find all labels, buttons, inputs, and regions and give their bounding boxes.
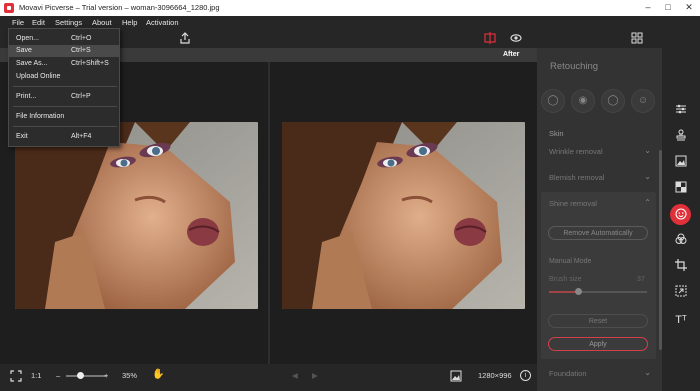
menu-item-print[interactable]: Print... Ctrl+P: [9, 91, 119, 103]
zoom-in-icon[interactable]: +: [104, 371, 108, 380]
text-icon[interactable]: Tᵀ: [672, 311, 690, 329]
close-icon[interactable]: ✕: [679, 0, 699, 16]
next-image-icon[interactable]: ▶: [312, 371, 318, 380]
grid-icon[interactable]: [630, 32, 644, 46]
compare-divider[interactable]: [268, 62, 270, 364]
face-icon[interactable]: ◯: [541, 89, 565, 113]
file-menu-dropdown: Open... Ctrl+O Save Ctrl+S Save As... Ct…: [8, 28, 120, 147]
zoom-slider-handle[interactable]: [76, 372, 84, 379]
hand-tool-icon[interactable]: ✋: [152, 369, 164, 381]
blemish-removal-label: Blemish removal: [549, 173, 605, 182]
lips-icon[interactable]: ◯: [601, 89, 625, 113]
chevron-down-icon: ⌄: [644, 146, 651, 155]
brush-size-slider-handle[interactable]: [574, 288, 582, 295]
title-bar: Movavi Picverse – Trial version – woman-…: [0, 0, 700, 16]
zoom-out-icon[interactable]: –: [56, 371, 60, 380]
menu-item-file-information[interactable]: File Information: [9, 111, 119, 123]
menu-help[interactable]: Help: [122, 18, 137, 27]
apply-button[interactable]: Apply: [548, 337, 648, 351]
menu-item-exit[interactable]: Exit Alt+F4: [9, 131, 119, 143]
maximize-icon[interactable]: □: [658, 0, 678, 16]
app-logo-icon: [4, 3, 14, 13]
menu-activation[interactable]: Activation: [146, 18, 179, 27]
foundation-label: Foundation: [549, 369, 587, 378]
before-photo: [15, 122, 258, 309]
remove-automatically-button[interactable]: Remove Automatically: [548, 226, 648, 240]
menu-item-save-as[interactable]: Save As... Ctrl+Shift+S: [9, 58, 119, 70]
shine-removal-label: Shine removal: [549, 199, 597, 208]
wrinkle-removal-row[interactable]: Wrinkle removal ⌄: [549, 146, 653, 156]
zoom-slider-track[interactable]: [66, 375, 106, 377]
image-dimensions: 1280×996: [478, 371, 512, 380]
head-icon[interactable]: ☺: [631, 89, 655, 113]
menu-item-open[interactable]: Open... Ctrl+O: [9, 33, 119, 45]
image-icon[interactable]: [672, 155, 690, 173]
eye-icon[interactable]: [509, 32, 523, 46]
brush-size-slider-fill: [549, 291, 579, 293]
chevron-down-icon: ⌄: [644, 368, 651, 377]
prev-image-icon[interactable]: ◀: [292, 371, 298, 380]
zoom-level: 35%: [122, 371, 138, 380]
crop-icon[interactable]: [672, 259, 690, 277]
image-info-icon[interactable]: [450, 370, 462, 382]
foundation-row[interactable]: Foundation ⌄: [549, 368, 653, 378]
compare-split-icon[interactable]: [483, 32, 497, 46]
info-icon[interactable]: i: [520, 370, 531, 381]
color-circles-icon[interactable]: [672, 233, 690, 251]
skin-section-label: Skin: [549, 129, 564, 138]
stamp-icon[interactable]: [672, 129, 690, 147]
chevron-up-icon: ⌃: [644, 198, 651, 207]
menu-file[interactable]: File: [12, 18, 24, 27]
actual-size-button[interactable]: 1:1: [31, 371, 41, 380]
retouch-face-icon[interactable]: [670, 204, 691, 225]
brush-size-value: 37: [637, 276, 645, 283]
menu-separator: [13, 126, 117, 127]
menu-settings[interactable]: Settings: [55, 18, 82, 27]
eye-tool-icon[interactable]: ◉: [571, 89, 595, 113]
after-photo: [282, 122, 525, 309]
fit-screen-icon[interactable]: [10, 370, 22, 382]
panel-title: Retouching: [550, 61, 599, 72]
menu-item-upload-online[interactable]: Upload Online: [9, 71, 119, 83]
menu-separator: [13, 106, 117, 107]
menu-item-save[interactable]: Save Ctrl+S: [9, 45, 119, 57]
shine-removal-row[interactable]: Shine removal ⌃: [549, 198, 653, 208]
manual-mode-label: Manual Mode: [549, 258, 592, 265]
reset-button[interactable]: Reset: [548, 314, 648, 328]
chevron-down-icon: ⌄: [644, 172, 651, 181]
share-icon[interactable]: [178, 32, 192, 46]
brush-size-label: Brush size: [549, 276, 582, 283]
adjust-sliders-icon[interactable]: [672, 103, 690, 121]
resize-icon[interactable]: [672, 285, 690, 303]
menu-about[interactable]: About: [92, 18, 112, 27]
minimize-icon[interactable]: –: [638, 0, 658, 16]
after-label: After: [503, 51, 520, 58]
checker-icon[interactable]: [672, 181, 690, 199]
window-title: Movavi Picverse – Trial version – woman-…: [19, 3, 220, 12]
menu-separator: [13, 86, 117, 87]
blemish-removal-row[interactable]: Blemish removal ⌄: [549, 172, 653, 182]
wrinkle-removal-label: Wrinkle removal: [549, 147, 603, 156]
menu-edit[interactable]: Edit: [32, 18, 45, 27]
